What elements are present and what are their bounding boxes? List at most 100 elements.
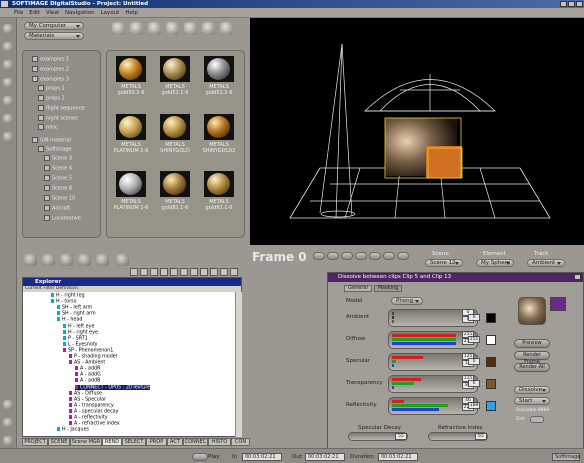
dist-toggle[interactable] [530,416,544,423]
tree-node[interactable]: H - left eye [63,323,94,329]
tree-node[interactable]: AS - Specular [69,396,106,402]
tree-node[interactable]: A - refractive index [69,421,120,427]
fast-forward-button[interactable] [369,252,381,260]
render-frame-button[interactable]: Render Frame [514,351,550,365]
wrench-icon[interactable] [96,254,109,266]
folder-icon[interactable] [220,22,233,35]
paste-icon[interactable] [148,22,161,35]
tree-node[interactable]: SH - right arm [57,311,96,317]
settings-icon[interactable] [3,436,13,446]
pencil-icon[interactable] [78,254,91,266]
tree-item[interactable]: examples 3 [32,76,69,83]
tree-item[interactable]: flight sequence [38,105,85,112]
tab-general[interactable]: General [344,285,372,292]
step-back-button[interactable] [327,252,339,260]
explorer-tool-icon[interactable] [160,268,168,276]
color-swatch[interactable] [486,401,496,411]
tree-node[interactable]: P - SRT1 [63,335,88,341]
eye-icon[interactable] [3,42,13,52]
explorer-tool-icon[interactable] [140,268,148,276]
delete-icon[interactable] [166,22,179,35]
tree-node[interactable]: H - right eye [63,329,98,335]
loop-button[interactable] [383,252,395,260]
hand-icon[interactable] [3,24,13,34]
info-icon[interactable] [3,400,13,410]
tree-node[interactable]: A - addG [75,372,101,378]
explorer-tool-icon[interactable] [210,268,218,276]
element-select[interactable]: My Sphere [476,259,514,267]
color-swatch[interactable] [486,357,496,367]
material-thumb[interactable] [204,114,234,140]
in-timecode[interactable]: 00:03:02:21 [242,453,282,461]
tree-node[interactable]: P - shading model [69,354,117,360]
render-all-button[interactable]: Render All [514,363,550,372]
explorer-tool-icon[interactable] [150,268,158,276]
material-thumb[interactable] [116,114,146,140]
color-swatch[interactable] [486,313,496,323]
minimize-icon[interactable] [560,1,567,7]
tree-item[interactable]: misc [38,124,58,131]
tree-item[interactable]: Scene 5 [44,175,72,182]
tree-item[interactable]: props 1 [38,85,65,92]
material-thumb[interactable] [204,56,234,82]
tree-node[interactable]: A - specular decay [69,408,118,414]
channel-value[interactable]: 0 [468,380,480,387]
duration-timecode[interactable]: 00:03:02:21 [378,453,418,461]
tree-node[interactable]: H - Jacques [57,427,89,433]
material-thumb[interactable] [160,114,190,140]
menu-view[interactable]: View [46,10,59,16]
play-status-button[interactable] [192,453,208,461]
channel-value[interactable]: 188 [468,402,480,409]
material-thumb[interactable] [160,56,190,82]
refractive-index-value[interactable]: 65 [475,433,487,440]
explorer-tool-icon[interactable] [130,268,138,276]
tree-node[interactable]: CONNECT - OP05 : 2DTexture [75,384,151,390]
tab-project[interactable]: PROJECT [22,438,48,446]
tab-scene[interactable]: SCENE [48,438,70,446]
explorer-tool-icon[interactable] [200,268,208,276]
properties-icon[interactable] [184,22,197,35]
help-icon[interactable] [3,418,13,428]
close-icon[interactable] [576,1,583,7]
tree-node[interactable]: A - transparency [69,402,114,408]
tree-item[interactable]: Locomotive [44,215,81,222]
3d-viewport[interactable] [250,18,584,245]
tab-con[interactable]: CON [231,438,250,446]
wand-icon[interactable] [60,254,73,266]
tree-item[interactable]: Scene 10 [44,195,75,202]
tree-item[interactable]: night scenes [38,115,78,122]
apple-icon[interactable] [24,254,37,266]
view-icon[interactable] [202,22,215,35]
node-icon[interactable] [3,60,13,70]
box-icon[interactable] [116,254,129,266]
tree-item[interactable]: Scene 4 [44,165,72,172]
model-select[interactable]: Phong [391,297,423,305]
rewind-button[interactable] [313,252,325,260]
material-thumb[interactable] [116,171,146,197]
tree-item[interactable]: Scene 8 [44,185,72,192]
close-icon[interactable] [574,274,581,280]
menu-navigation[interactable]: Navigation [65,10,95,16]
out-timecode[interactable]: 00:03:02:21 [305,453,345,461]
explorer-scrollbar[interactable] [235,292,242,437]
tree-item[interactable]: props 2 [38,95,65,102]
explorer-tool-icon[interactable] [180,268,188,276]
computer-select[interactable]: My Computer [24,22,84,30]
color-swatch[interactable] [486,335,496,345]
specular-decay-value[interactable]: 55 [395,433,407,440]
tab-act[interactable]: ACT [167,438,183,446]
tree-node[interactable]: A - addR [75,366,100,372]
tree-item[interactable]: ILM material [32,137,71,144]
tree-item[interactable]: examples 2 [32,66,69,73]
category-select[interactable]: Materials [24,32,84,40]
channel-value[interactable]: 0 [468,358,480,365]
tab-masking[interactable]: Masking [374,285,402,292]
track-select[interactable]: Ambient [527,259,565,267]
explorer-tool-icon[interactable] [220,268,228,276]
material-thumb[interactable] [160,171,190,197]
copy-icon[interactable] [130,22,143,35]
tab-connec[interactable]: CONNEC [183,438,208,446]
record-button[interactable] [397,252,409,260]
tab-select[interactable]: SELECT [122,438,146,446]
tree-node[interactable]: A - reflectivity [69,415,108,421]
